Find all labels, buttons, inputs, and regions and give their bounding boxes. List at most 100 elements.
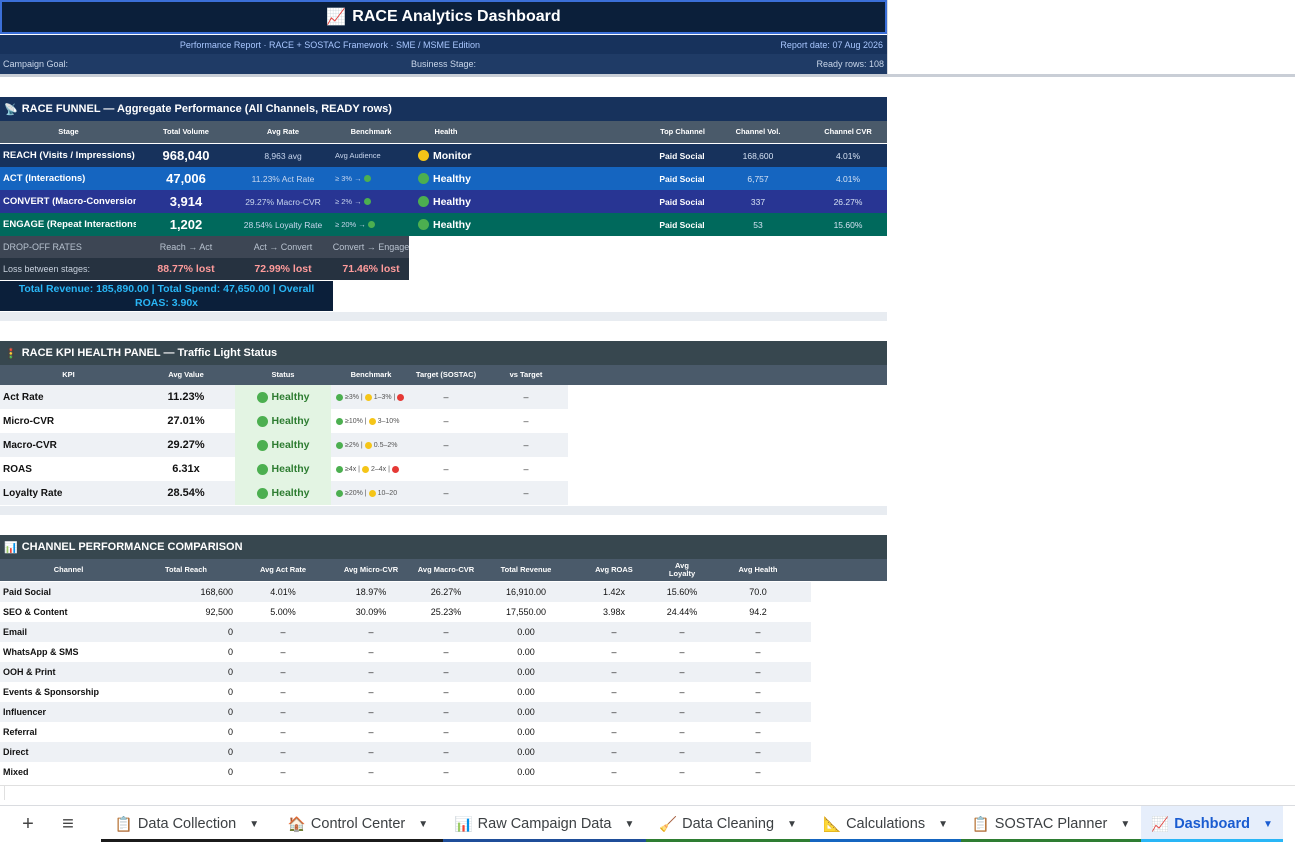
col-avg-loyalty: Avg Loyalty xyxy=(668,561,696,578)
kpi-target: – xyxy=(443,440,449,450)
green-circle-icon xyxy=(256,487,268,499)
kpi-vs-target: – xyxy=(523,416,529,426)
sheet-tab-data-collection[interactable]: 📋 Data Collection ▼ xyxy=(101,806,273,842)
channel-row: Mixed 0 – – – 0.00 – – – xyxy=(0,762,811,782)
chevron-down-icon[interactable]: ▼ xyxy=(418,819,428,830)
channel-macro-cvr: 25.23% xyxy=(430,607,462,617)
funnel-column-headers: Stage Total Volume Avg Rate Benchmark He… xyxy=(0,121,887,143)
kpi-row: Macro-CVR 29.27% Healthy ≥2% | 0.5–2% – – xyxy=(0,433,568,457)
channel-loyalty: – xyxy=(679,647,685,657)
funnel-volume: 3,914 xyxy=(169,194,203,209)
channel-roas: 3.98x xyxy=(602,607,626,617)
channel-revenue: 0.00 xyxy=(517,707,535,717)
funnel-channel-cvr: 4.01% xyxy=(835,173,861,184)
channel-loyalty: – xyxy=(679,667,685,677)
channel-revenue: 16,910.00 xyxy=(505,587,547,597)
funnel-health: Monitor xyxy=(418,144,528,167)
channel-column-headers: Channel Total Reach Avg Act Rate Avg Mic… xyxy=(0,559,887,581)
channel-loyalty: – xyxy=(679,727,685,737)
sheet-tab-control-center[interactable]: 🏠 Control Center ▼ xyxy=(273,806,443,842)
sheet-tab-calculations[interactable]: 📐 Calculations ▼ xyxy=(810,806,961,842)
channel-roas: – xyxy=(611,747,617,757)
sheet-tab-label: Dashboard xyxy=(1174,816,1250,832)
green-circle-icon xyxy=(418,219,429,230)
channel-roas: – xyxy=(611,627,617,637)
channel-reach: 0 xyxy=(227,727,233,737)
channel-macro-cvr: – xyxy=(443,707,449,717)
all-sheets-menu-button[interactable]: ≡ xyxy=(54,806,82,842)
channel-reach: 168,600 xyxy=(200,587,233,597)
channel-roas: 1.42x xyxy=(602,587,626,597)
funnel-volume: 47,006 xyxy=(166,171,206,186)
funnel-health: Healthy xyxy=(418,190,528,213)
channel-roas: – xyxy=(611,707,617,717)
kpi-benchmark: ≥4x | 2–4x | xyxy=(334,457,409,481)
kpi-name: Act Rate xyxy=(3,391,44,403)
channel-macro-cvr: – xyxy=(443,647,449,657)
kpi-section-title: 🚦 RACE KPI HEALTH PANEL — Traffic Light … xyxy=(0,341,887,365)
chevron-down-icon[interactable]: ▼ xyxy=(787,819,797,830)
funnel-channel-cvr: 15.60% xyxy=(833,219,863,230)
chart-increasing-icon: 📈 xyxy=(1151,816,1170,833)
channel-act-rate: – xyxy=(280,767,286,777)
kpi-status: Healthy xyxy=(235,481,331,505)
col-avg-value: Avg Value xyxy=(168,370,204,380)
kpi-vs-target: – xyxy=(523,488,529,498)
sheet-tab-bar: + ≡ 📋 Data Collection ▼ 🏠 Control Center ▼ 📊 Ra… xyxy=(0,805,1295,842)
green-dot-icon xyxy=(363,175,371,182)
chevron-down-icon[interactable]: ▼ xyxy=(249,819,259,830)
sheet-tab-data-cleaning[interactable]: 🧹 Data Cleaning ▼ xyxy=(646,806,810,842)
col-avg-micro-cvr: Avg Micro-CVR xyxy=(343,565,399,575)
funnel-benchmark: ≥ 20% → xyxy=(335,213,413,236)
dropoff-values-row: Loss between stages: 88.77% lost 72.99% … xyxy=(0,258,409,280)
kpi-target: – xyxy=(443,392,449,402)
channel-macro-cvr: – xyxy=(443,667,449,677)
col-total-volume: Total Volume xyxy=(163,127,209,137)
chevron-down-icon[interactable]: ▼ xyxy=(624,819,634,830)
sheet-tab-dashboard[interactable]: 📈 Dashboard ▼ xyxy=(1141,806,1283,842)
col-avg-act-rate: Avg Act Rate xyxy=(259,565,307,575)
channel-micro-cvr: – xyxy=(368,767,374,777)
kpi-value: 11.23% xyxy=(167,391,205,403)
chevron-down-icon[interactable]: ▼ xyxy=(1120,819,1130,830)
kpi-benchmark: ≥20% | 10–20 xyxy=(334,481,409,505)
funnel-benchmark: ≥ 3% → xyxy=(335,167,413,190)
yellow-dot-icon xyxy=(364,441,372,449)
chevron-down-icon[interactable]: ▼ xyxy=(1263,819,1273,830)
green-dot-icon xyxy=(336,417,343,425)
col-stage: Stage xyxy=(58,127,79,137)
funnel-volume: 968,040 xyxy=(162,148,210,163)
kpi-status: Healthy xyxy=(235,385,331,409)
broom-icon: 🧹 xyxy=(659,816,678,833)
ready-rows-count: Ready rows: 108 xyxy=(816,59,884,69)
channel-reach: 0 xyxy=(227,627,233,637)
channel-macro-cvr: – xyxy=(443,627,449,637)
channel-name: Mixed xyxy=(3,767,29,777)
chevron-down-icon[interactable]: ▼ xyxy=(938,819,948,830)
channel-row: Referral 0 – – – 0.00 – – – xyxy=(0,722,811,742)
funnel-rate: 28.54% Loyalty Rate xyxy=(243,219,323,230)
channel-roas: – xyxy=(611,667,617,677)
spreadsheet-grid[interactable]: 📈 RACE Analytics Dashboard Performance R… xyxy=(0,0,1295,800)
channel-act-rate: – xyxy=(280,647,286,657)
campaign-goal-label: Campaign Goal: xyxy=(3,59,69,69)
channel-row: OOH & Print 0 – – – 0.00 – – – xyxy=(0,662,811,682)
kpi-value: 29.27% xyxy=(167,439,205,451)
channel-name: Email xyxy=(3,627,28,637)
channel-row: Events & Sponsorship 0 – – – 0.00 – – – xyxy=(0,682,811,702)
funnel-health: Healthy xyxy=(418,167,528,190)
channel-macro-cvr: 26.27% xyxy=(430,587,462,597)
funnel-stage: CONVERT (Macro-Conversions) xyxy=(3,196,136,207)
kpi-benchmark: ≥2% | 0.5–2% xyxy=(334,433,409,457)
house-icon: 🏠 xyxy=(287,816,306,833)
add-sheet-button[interactable]: + xyxy=(14,806,42,842)
channel-loyalty: – xyxy=(679,767,685,777)
funnel-rate: 29.27% Macro-CVR xyxy=(245,196,321,207)
kpi-value: 28.54% xyxy=(167,487,205,499)
sheet-tab-label: Raw Campaign Data xyxy=(477,816,612,832)
channel-row: Paid Social 168,600 4.01% 18.97% 26.27% 16,91… xyxy=(0,582,811,602)
green-dot-icon xyxy=(336,465,343,473)
sheet-tab-sostac-planner[interactable]: 📋 SOSTAC Planner ▼ xyxy=(961,806,1141,842)
kpi-vs-target: – xyxy=(523,464,529,474)
sheet-tab-raw-campaign-data[interactable]: 📊 Raw Campaign Data ▼ xyxy=(443,806,646,842)
